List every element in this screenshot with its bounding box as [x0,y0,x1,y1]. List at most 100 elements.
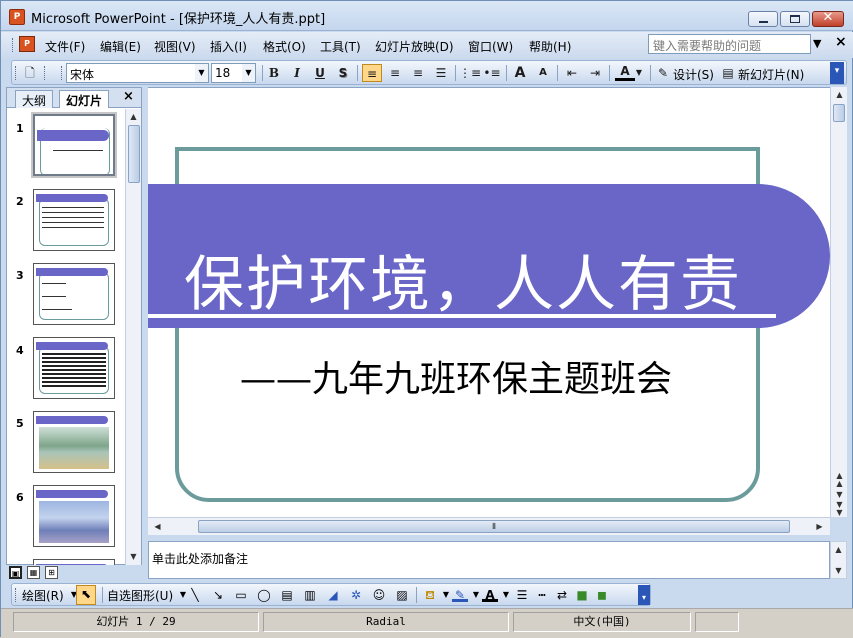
slide-thumbnail-7[interactable] [33,559,115,565]
previous-slide-icon[interactable]: ▲ ▲ [832,472,847,488]
toolbar-grip-handle-3[interactable] [61,66,64,80]
line-color-icon[interactable]: ✎ [452,587,468,602]
line-style-icon[interactable]: ☰ [514,587,530,603]
toolbar-grip-handle-2[interactable] [44,66,47,80]
slide-thumbnail-6[interactable] [33,485,115,547]
slide-vertical-scrollbar[interactable]: ▲ ▲ ▲ ▼ ▼ ▼ [830,87,847,517]
powerpoint-app-icon[interactable]: P [9,9,25,25]
notes-scrollbar[interactable]: ▲ ▼ [830,541,847,579]
bold-icon[interactable]: B [264,64,284,82]
normal-view-icon[interactable]: ▣ [9,566,22,579]
slide-horizontal-scrollbar[interactable]: ◀ ⦀ ▶ [148,517,830,535]
slide-subtitle[interactable]: ——九年九班环保主题班会 [240,350,672,402]
slideshow-view-icon[interactable]: ⊞ [45,566,58,579]
scroll-up-icon[interactable]: ▲ [126,109,141,124]
rectangle-icon[interactable]: ▭ [233,587,249,603]
align-left-icon[interactable]: ≡ [362,64,382,82]
insert-picture-icon[interactable]: ▨ [394,587,410,603]
tab-outline[interactable]: 大纲 [15,90,54,108]
slide-thumbnail-3[interactable] [33,263,115,325]
next-slide-icon[interactable]: ▼ ▼ [832,501,847,517]
slide-thumbnail-2[interactable] [33,189,115,251]
maximize-button[interactable] [780,11,810,27]
line-icon[interactable]: ╲ [187,587,203,603]
font-color-dropdown-icon[interactable]: ▼ [634,64,644,82]
menu-tools[interactable]: 工具(T) [320,38,361,55]
scroll-up-icon[interactable]: ▲ [831,542,846,557]
wordart-icon[interactable]: ◢ [325,587,341,603]
font-name-dropdown-icon[interactable]: ▼ [195,63,209,83]
scroll-right-icon[interactable]: ▶ [812,519,827,534]
slide-sorter-view-icon[interactable]: ▦ [27,566,40,579]
help-search-input[interactable]: 键入需要帮助的问题 [648,34,811,54]
diagram-icon[interactable]: ✲ [348,587,364,603]
draw-font-color-icon[interactable]: A [482,587,498,602]
select-objects-icon[interactable]: ⬉ [76,585,96,605]
underline-icon[interactable]: U [310,64,330,82]
arrow-style-icon[interactable]: ⇄ [554,587,570,603]
shadow-icon[interactable]: S [333,64,353,82]
minimize-button[interactable] [748,11,778,27]
design-button[interactable]: 设计(S) [673,66,714,83]
slide-thumbnail-1[interactable] [31,112,117,178]
arrow-icon[interactable]: ↘ [210,587,226,603]
align-right-icon[interactable]: ≡ [408,64,428,82]
dash-style-icon[interactable]: ┅ [534,587,550,603]
scroll-down-icon[interactable]: ▼ [831,563,846,578]
notes-placeholder[interactable]: 单击此处添加备注 [152,550,248,567]
scroll-left-icon[interactable]: ◀ [150,519,165,534]
grow-font-icon[interactable]: A [510,64,530,82]
menu-format[interactable]: 格式(O) [263,38,306,55]
slide-thumbnail-5[interactable] [33,411,115,473]
3d-style-icon[interactable]: ◼ [594,587,610,603]
menu-insert[interactable]: 插入(I) [210,38,247,55]
textbox-icon[interactable]: ▤ [279,587,295,603]
toolbar-grip-handle[interactable] [15,66,18,80]
font-size-dropdown-icon[interactable]: ▼ [242,63,256,83]
shadow-style-icon[interactable]: ■ [574,587,590,603]
draw-font-color-dropdown-icon[interactable]: ▼ [498,587,514,603]
tab-slides[interactable]: 幻灯片 [59,90,110,108]
menu-edit[interactable]: 编辑(E) [100,38,141,55]
menu-file[interactable]: 文件(F) [45,38,85,55]
scrollbar-thumb[interactable] [128,125,140,183]
toolbar-grip-handle[interactable] [15,588,18,602]
document-close-icon[interactable]: × [835,34,847,50]
scroll-up-icon[interactable]: ▲ [832,87,847,102]
vertical-textbox-icon[interactable]: ▥ [302,587,318,603]
font-size-select[interactable]: 18 [211,63,243,83]
menu-help[interactable]: 帮助(H) [529,38,571,55]
notes-pane[interactable]: 单击此处添加备注 [148,541,830,579]
draw-menu-button[interactable]: 绘图(R) [22,587,64,604]
slide-title[interactable]: 保护环境，人人有责 [184,236,742,323]
oval-icon[interactable]: ◯ [256,587,272,603]
menu-window[interactable]: 窗口(W) [468,38,513,55]
drawbar-options-icon[interactable]: ▾ [638,585,650,605]
scroll-down-icon[interactable]: ▼ [126,549,141,564]
pane-close-icon[interactable]: × [123,89,134,104]
numbered-list-icon[interactable]: ⋮≡ [459,64,481,82]
align-center-icon[interactable]: ≡ [385,64,405,82]
help-dropdown-icon[interactable]: ▼ [813,37,821,50]
italic-icon[interactable]: I [287,64,307,82]
close-button[interactable]: ✕ [812,10,844,27]
clipart-icon[interactable]: ☺ [371,587,387,603]
slide-thumbnail-4[interactable] [33,337,115,399]
menu-slideshow[interactable]: 幻灯片放映(D) [375,38,454,55]
bulleted-list-icon[interactable]: •≡ [482,64,502,82]
font-name-select[interactable]: 宋体 [66,63,196,83]
new-slide-button[interactable]: 新幻灯片(N) [738,66,804,83]
toolbar-options-icon[interactable]: ▾ [830,62,844,84]
new-document-icon[interactable]: 🗋 [20,64,40,82]
justify-icon[interactable]: ☰ [431,64,451,82]
font-color-icon[interactable]: A [615,64,635,81]
shrink-font-icon[interactable]: A [533,64,553,82]
fill-color-icon[interactable]: ⛾ [422,587,438,603]
autoshapes-menu-button[interactable]: 自选图形(U) [107,587,173,604]
slides-pane-scrollbar[interactable]: ▲ ▼ [125,109,141,565]
slide-canvas[interactable]: 保护环境，人人有责 ——九年九班环保主题班会 [148,87,830,517]
increase-indent-icon[interactable]: ⇥ [585,64,605,82]
document-icon[interactable]: P [19,36,35,52]
menu-grip-handle[interactable] [12,38,15,52]
menu-view[interactable]: 视图(V) [154,38,196,55]
